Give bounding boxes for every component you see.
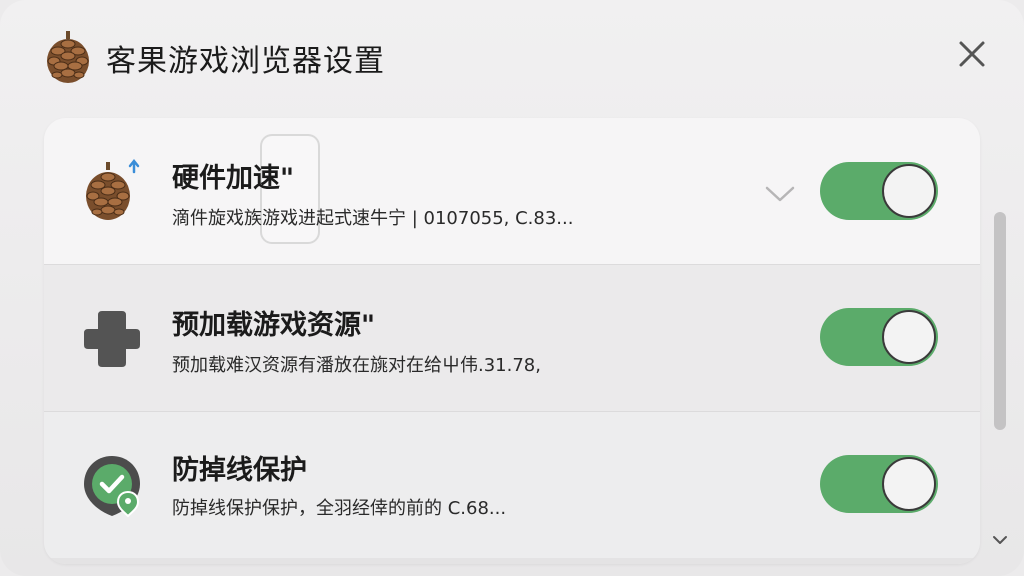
panel-bottom-edge (44, 558, 980, 564)
plus-cross-icon (84, 311, 140, 367)
toggle-knob (882, 457, 936, 511)
scroll-down-button[interactable] (991, 532, 1009, 546)
setting-row-disconnect-protection: 防掉线保护 防掉线保护保护，全羽经倖的前的 C.68... (44, 412, 980, 559)
setting-row-preload-resources: 预加载游戏资源" 预加载难汉资源有潘放在旐对在给屮伟.31.78, (44, 265, 980, 412)
toggle-knob (882, 164, 936, 218)
setting-name: 硬件加速" (172, 163, 295, 194)
expand-button[interactable] (762, 180, 798, 208)
scrollbar-thumb[interactable] (994, 212, 1006, 430)
chevron-down-icon (765, 186, 795, 202)
preload-resources-toggle[interactable] (820, 308, 938, 366)
setting-description: 滴件旋戏族游戏进起式速牛宁 | 0107055, C.83... (172, 208, 574, 229)
pinecone-boost-icon (86, 158, 140, 220)
setting-description: 预加载难汉资源有潘放在旐对在给屮伟.31.78, (172, 355, 541, 376)
hardware-acceleration-toggle[interactable] (820, 162, 938, 220)
chevron-down-icon (993, 536, 1007, 544)
setting-name: 防掉线保护 (172, 455, 307, 486)
close-icon (959, 41, 985, 67)
setting-description: 防掉线保护保护，全羽经倖的前的 C.68... (172, 498, 507, 519)
close-button[interactable] (956, 38, 988, 70)
window-title: 客果游戏浏览器设置 (106, 44, 385, 79)
settings-panel: 硬件加速" 滴件旋戏族游戏进起式速牛宁 | 0107055, C.83... 预… (44, 118, 980, 564)
setting-name: 预加载游戏资源" (172, 310, 376, 341)
settings-window: 客果游戏浏览器设置 硬件加速" 滴件旋戏族游戏进起式速牛宁 | 0107055,… (0, 0, 1024, 576)
disconnect-protection-toggle[interactable] (820, 455, 938, 513)
window-header: 客果游戏浏览器设置 (44, 30, 385, 86)
shield-check-icon (84, 456, 140, 518)
toggle-knob (882, 310, 936, 364)
setting-row-hardware-acceleration: 硬件加速" 滴件旋戏族游戏进起式速牛宁 | 0107055, C.83... (44, 118, 980, 265)
pinecone-icon (47, 31, 89, 83)
